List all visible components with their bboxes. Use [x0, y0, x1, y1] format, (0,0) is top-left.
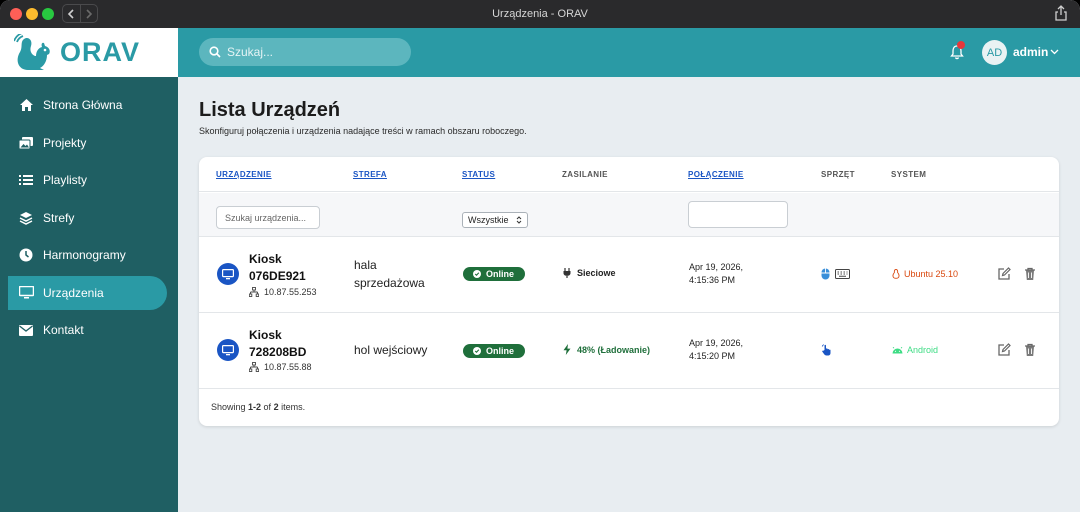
android-icon — [892, 346, 903, 353]
column-header-status[interactable]: STATUS — [462, 170, 495, 179]
hardware-icons — [821, 268, 850, 280]
check-circle-icon — [473, 347, 481, 355]
edit-icon[interactable] — [997, 343, 1011, 357]
sidebar-item-projects[interactable]: Projekty — [8, 126, 167, 160]
device-type-icon — [217, 263, 239, 285]
pagination-summary: Showing 1-2 of 2 items. — [211, 402, 306, 412]
column-header-power: ZASILANIE — [562, 170, 608, 179]
device-zone: hala sprzedażowa — [354, 258, 425, 290]
table-row[interactable]: Kiosk 076DE921 10.87.55.253 hala sprzeda… — [199, 237, 1059, 313]
sidebar-item-label: Harmonogramy — [43, 248, 126, 262]
column-header-system: SYSTEM — [891, 170, 927, 179]
monitor-icon — [222, 344, 234, 355]
mouse-icon — [821, 268, 830, 280]
monitor-icon — [222, 268, 234, 279]
layers-icon — [18, 210, 34, 226]
sidebar: ORAV Strona Główna Projekty Playlisty St… — [0, 28, 178, 512]
hardware-icons — [821, 344, 833, 356]
column-header-hardware: SPRZĘT — [821, 170, 855, 179]
sidebar-item-label: Strefy — [43, 210, 75, 225]
sidebar-item-label: Playlisty — [43, 173, 88, 187]
mail-icon — [18, 322, 34, 338]
search-box[interactable] — [199, 38, 411, 66]
user-name[interactable]: admin — [1013, 45, 1048, 59]
operating-system: Android — [892, 345, 938, 355]
status-filter-value: Wszystkie — [468, 215, 509, 225]
device-filter-input[interactable] — [216, 206, 320, 229]
search-icon — [209, 46, 221, 58]
sidebar-item-zones[interactable]: Strefy — [8, 201, 167, 235]
network-icon — [249, 362, 259, 372]
network-icon — [249, 287, 259, 297]
chevron-down-icon[interactable] — [1050, 47, 1059, 56]
edit-icon[interactable] — [997, 267, 1011, 281]
clock-icon — [18, 247, 34, 263]
top-bar: AD admin — [178, 28, 1080, 77]
plug-icon — [563, 268, 571, 278]
device-type-icon — [217, 339, 239, 361]
filter-row: Wszystkie — [199, 193, 1059, 237]
app-window: Urządzenia - ORAV ORAV Strona Główna Pro… — [0, 0, 1080, 512]
table-header: URZĄDZENIE STREFA STATUS ZASILANIE POŁĄC… — [199, 157, 1059, 192]
window-title: Urządzenia - ORAV — [492, 8, 588, 20]
squirrel-logo-icon — [14, 33, 50, 70]
logo[interactable]: ORAV — [0, 28, 178, 77]
touch-icon — [821, 344, 831, 356]
column-header-zone[interactable]: STREFA — [353, 170, 387, 179]
status-badge: Online — [463, 344, 525, 358]
connection-filter-input[interactable] — [688, 201, 788, 228]
trash-icon[interactable] — [1023, 267, 1037, 281]
sidebar-item-devices[interactable]: Urządzenia — [8, 275, 167, 310]
sidebar-menu: Strona Główna Projekty Playlisty Strefy — [0, 88, 178, 347]
devices-table-card: URZĄDZENIE STREFA STATUS ZASILANIE POŁĄC… — [199, 157, 1059, 426]
column-header-device[interactable]: URZĄDZENIE — [216, 170, 272, 179]
bolt-icon — [563, 344, 571, 355]
list-icon — [18, 172, 34, 188]
logo-text: ORAV — [60, 37, 141, 67]
share-icon[interactable] — [1054, 5, 1068, 21]
device-ip: 10.87.55.88 — [249, 362, 312, 372]
sidebar-item-contact[interactable]: Kontakt — [8, 313, 167, 347]
sidebar-item-label: Strona Główna — [43, 98, 123, 112]
device-name[interactable]: Kiosk 076DE921 — [249, 251, 306, 285]
device-ip: 10.87.55.253 — [249, 287, 317, 297]
power-source: 48% (Ładowanie) — [563, 344, 650, 355]
main-content: Lista Urządzeń Skonfiguruj połączenia i … — [178, 77, 1080, 512]
search-input[interactable] — [227, 45, 397, 59]
device-zone: hol wejściowy — [354, 343, 428, 357]
title-bar: Urządzenia - ORAV — [0, 0, 1080, 28]
status-badge: Online — [463, 267, 525, 281]
check-circle-icon — [473, 270, 481, 278]
keyboard-icon — [835, 269, 850, 279]
column-header-connection[interactable]: POŁĄCZENIE — [688, 170, 744, 179]
power-source: Sieciowe — [563, 268, 616, 278]
monitor-icon — [18, 285, 34, 301]
sidebar-item-label: Kontakt — [43, 323, 84, 337]
sidebar-item-schedules[interactable]: Harmonogramy — [8, 238, 167, 272]
linux-icon — [892, 269, 900, 279]
trash-icon[interactable] — [1023, 343, 1037, 357]
sidebar-item-label: Projekty — [43, 135, 87, 150]
home-icon — [18, 97, 34, 113]
device-name[interactable]: Kiosk 728208BD — [249, 327, 306, 361]
images-icon — [18, 135, 34, 151]
chevron-updown-icon — [516, 216, 522, 224]
page-title: Lista Urządzeń — [199, 99, 341, 121]
table-row[interactable]: Kiosk 728208BD 10.87.55.88 hol wejściowy… — [199, 313, 1059, 389]
sidebar-item-home[interactable]: Strona Główna — [8, 88, 167, 122]
last-connection: Apr 19, 2026, 4:15:36 PM — [689, 262, 744, 285]
page-subtitle: Skonfiguruj połączenia i urządzenia nada… — [199, 126, 527, 136]
last-connection: Apr 19, 2026, 4:15:20 PM — [689, 338, 744, 361]
avatar[interactable]: AD — [982, 40, 1007, 65]
notification-badge — [957, 41, 965, 49]
sidebar-item-label: Urządzenia — [43, 285, 104, 300]
sidebar-item-playlists[interactable]: Playlisty — [8, 163, 167, 197]
status-filter-select[interactable]: Wszystkie — [462, 212, 528, 228]
operating-system: Ubuntu 25.10 — [892, 269, 958, 279]
